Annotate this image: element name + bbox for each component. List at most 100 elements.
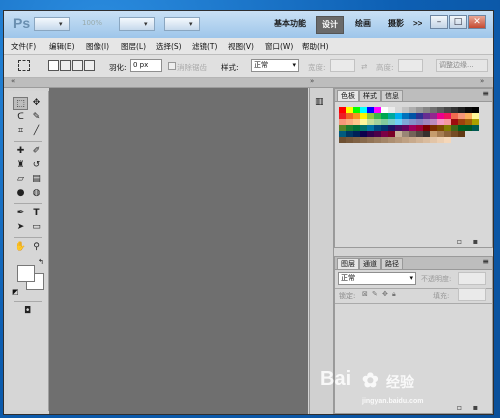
- eyedropper-tool-icon[interactable]: ╱: [29, 125, 44, 138]
- color-swatch[interactable]: [353, 137, 360, 143]
- quick-select-tool-icon[interactable]: ✎: [29, 111, 44, 124]
- collapse-arrows-icon[interactable]: «: [11, 77, 15, 85]
- blend-mode-select[interactable]: 正常 ▾: [338, 272, 416, 285]
- color-swatch[interactable]: [451, 131, 458, 137]
- swap-icon[interactable]: ⇄: [361, 62, 367, 71]
- tab-paths[interactable]: 路径: [381, 258, 403, 269]
- collapse-arrows-icon[interactable]: »: [310, 77, 314, 85]
- restore-button[interactable]: □: [449, 15, 467, 29]
- color-swatch[interactable]: [465, 125, 472, 131]
- menu-image[interactable]: 图像(I): [86, 41, 109, 52]
- subtract-selection-icon[interactable]: [72, 60, 83, 71]
- color-swatch[interactable]: [472, 125, 479, 131]
- dodge-tool-icon[interactable]: ◍: [29, 187, 44, 200]
- document-canvas-area[interactable]: [49, 88, 308, 414]
- zoom-level[interactable]: 100%: [82, 19, 102, 27]
- feather-input[interactable]: 0 px: [130, 59, 162, 72]
- type-tool-icon[interactable]: T: [29, 207, 44, 220]
- menu-select[interactable]: 选择(S): [156, 41, 182, 52]
- menu-edit[interactable]: 编辑(E): [49, 41, 75, 52]
- workspace-design[interactable]: 设计: [316, 16, 344, 34]
- panel-menu-icon[interactable]: ≡: [482, 257, 489, 266]
- color-swatch[interactable]: [402, 137, 409, 143]
- collapse-arrows-icon[interactable]: »: [480, 77, 484, 85]
- close-button[interactable]: ✕: [468, 15, 486, 29]
- color-swatch[interactable]: [444, 137, 451, 143]
- launch-bridge-button[interactable]: ▾: [34, 17, 70, 31]
- color-swatch[interactable]: [395, 137, 402, 143]
- workspace-photography[interactable]: 摄影: [383, 16, 409, 32]
- tab-info[interactable]: 信息: [381, 90, 403, 101]
- tab-styles[interactable]: 样式: [359, 90, 381, 101]
- fill-input[interactable]: [458, 288, 486, 301]
- zoom-tool-icon[interactable]: ⚲: [29, 241, 44, 254]
- color-swatch[interactable]: [374, 137, 381, 143]
- hand-tool-icon[interactable]: ✋: [13, 241, 28, 254]
- healing-brush-tool-icon[interactable]: ✚: [13, 145, 28, 158]
- path-select-tool-icon[interactable]: ➤: [13, 221, 28, 234]
- tab-layers[interactable]: 图层: [337, 258, 359, 269]
- color-swatch[interactable]: [360, 137, 367, 143]
- lock-transparent-icon[interactable]: ⊠: [362, 290, 368, 298]
- refine-edge-button[interactable]: 调整边缘...: [436, 59, 488, 72]
- arrange-documents-button[interactable]: ▾: [119, 17, 155, 31]
- menu-layer[interactable]: 图层(L): [121, 41, 146, 52]
- lock-brush-icon[interactable]: ✎: [372, 290, 378, 298]
- width-input[interactable]: [330, 59, 355, 72]
- color-swatch[interactable]: [409, 137, 416, 143]
- color-swatch[interactable]: [367, 137, 374, 143]
- color-swatch[interactable]: [416, 137, 423, 143]
- lock-move-icon[interactable]: ✥: [382, 290, 388, 298]
- swatch-grid[interactable]: [339, 107, 491, 163]
- default-colors-icon[interactable]: ◩: [12, 288, 19, 296]
- eraser-tool-icon[interactable]: ▱: [13, 173, 28, 186]
- style-select[interactable]: 正常 ▾: [251, 59, 299, 72]
- quick-mask-icon[interactable]: ◘: [20, 305, 35, 318]
- workspace-painting[interactable]: 绘画: [350, 16, 376, 32]
- menu-window[interactable]: 窗口(W): [265, 41, 293, 52]
- workspace-essentials[interactable]: 基本功能: [269, 16, 311, 32]
- minimize-button[interactable]: –: [430, 15, 448, 29]
- antialias-checkbox[interactable]: [168, 62, 176, 70]
- color-swatch[interactable]: [423, 137, 430, 143]
- lasso-tool-icon[interactable]: ᑕ: [13, 111, 28, 124]
- rect-marquee-tool-icon[interactable]: ⬚: [13, 97, 28, 110]
- new-layer-icon[interactable]: ▫: [455, 403, 464, 412]
- lock-all-icon[interactable]: 🔒︎: [392, 290, 396, 299]
- screen-mode-button[interactable]: ▾: [164, 17, 200, 31]
- color-swatch[interactable]: [458, 131, 465, 137]
- menu-filter[interactable]: 滤镜(T): [192, 41, 217, 52]
- move-tool-icon[interactable]: ✥: [29, 97, 44, 110]
- pen-tool-icon[interactable]: ✒: [13, 207, 28, 220]
- tab-channels[interactable]: 通道: [359, 258, 381, 269]
- blur-tool-icon[interactable]: ●: [13, 187, 28, 200]
- add-selection-icon[interactable]: [60, 60, 71, 71]
- menu-view[interactable]: 视图(V): [228, 41, 254, 52]
- tab-swatches[interactable]: 色板: [337, 90, 359, 101]
- swap-colors-icon[interactable]: ↰: [38, 258, 44, 266]
- shape-tool-icon[interactable]: ▭: [29, 221, 44, 234]
- color-swatch[interactable]: [346, 137, 353, 143]
- color-swatch[interactable]: [430, 137, 437, 143]
- new-swatch-icon[interactable]: ▫: [455, 237, 464, 246]
- new-selection-icon[interactable]: [48, 60, 59, 71]
- trash-icon[interactable]: ▪: [471, 403, 480, 412]
- history-brush-tool-icon[interactable]: ↺: [29, 159, 44, 172]
- height-input[interactable]: [398, 59, 423, 72]
- menu-file[interactable]: 文件(F): [11, 41, 36, 52]
- gradient-tool-icon[interactable]: ▤: [29, 173, 44, 186]
- panel-menu-icon[interactable]: ≡: [482, 89, 489, 98]
- brush-tool-icon[interactable]: ✐: [29, 145, 44, 158]
- more-workspaces-button[interactable]: >>: [408, 16, 427, 32]
- opacity-input[interactable]: [458, 272, 486, 285]
- color-swatch[interactable]: [437, 137, 444, 143]
- intersect-selection-icon[interactable]: [84, 60, 95, 71]
- color-swatch[interactable]: [381, 137, 388, 143]
- trash-icon[interactable]: ▪: [471, 237, 480, 246]
- crop-tool-icon[interactable]: ⌗: [13, 125, 28, 138]
- menu-help[interactable]: 帮助(H): [302, 41, 329, 52]
- foreground-color-swatch-front[interactable]: [17, 265, 35, 282]
- color-swatch[interactable]: [339, 137, 346, 143]
- color-swatch[interactable]: [388, 137, 395, 143]
- marquee-preset-icon[interactable]: [18, 60, 30, 71]
